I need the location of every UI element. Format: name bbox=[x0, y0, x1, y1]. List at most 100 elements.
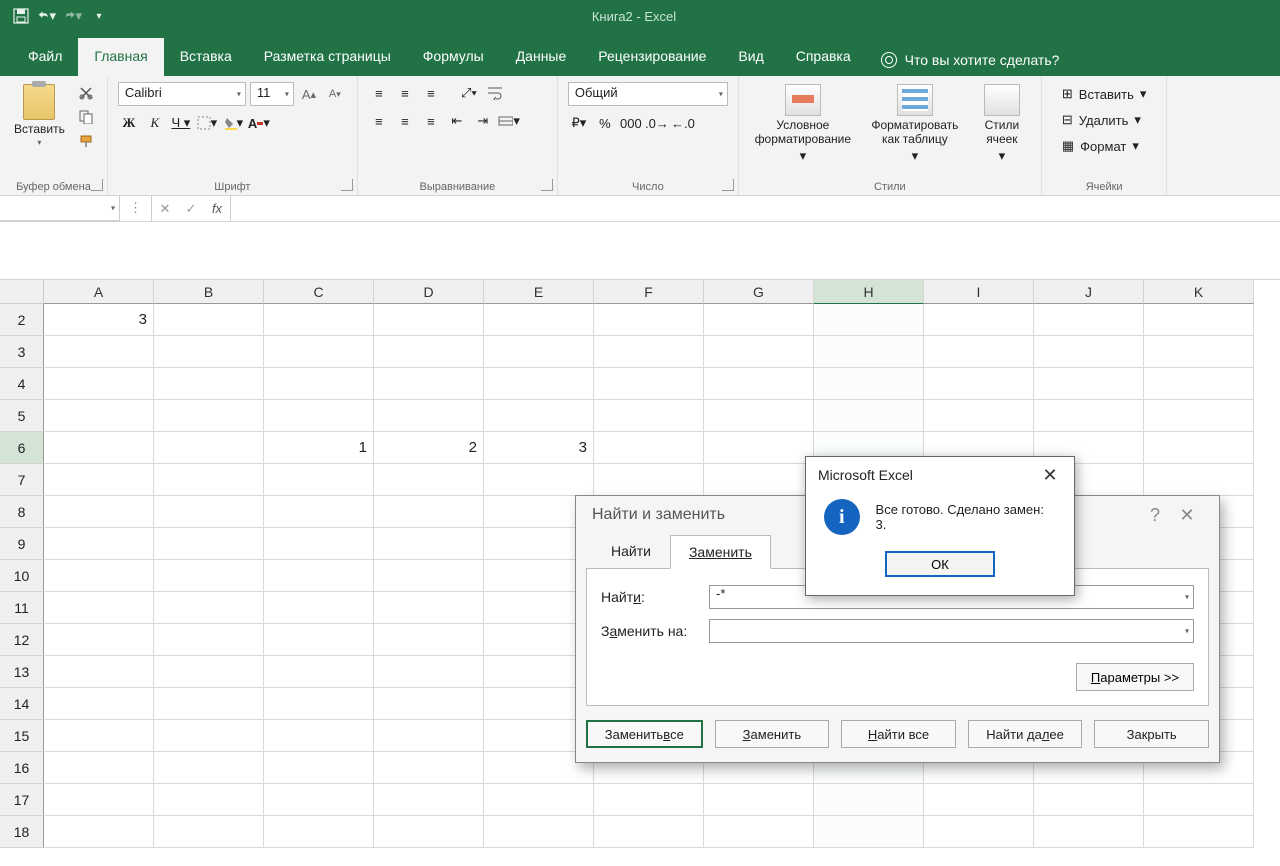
cell-D4[interactable] bbox=[374, 368, 484, 400]
cell-D6[interactable]: 2 bbox=[374, 432, 484, 464]
cell-F17[interactable] bbox=[594, 784, 704, 816]
cell-H17[interactable] bbox=[814, 784, 924, 816]
align-bottom-icon[interactable]: ≡ bbox=[420, 82, 442, 104]
replace-button[interactable]: Заменить bbox=[715, 720, 830, 748]
column-header-F[interactable]: F bbox=[594, 280, 704, 304]
ok-button[interactable]: ОК bbox=[885, 551, 995, 577]
cell-H4[interactable] bbox=[814, 368, 924, 400]
menu-tab-файл[interactable]: Файл bbox=[12, 38, 78, 76]
cell-D5[interactable] bbox=[374, 400, 484, 432]
cell-A8[interactable] bbox=[44, 496, 154, 528]
paste-button[interactable]: Вставить ▾ bbox=[10, 82, 69, 149]
column-header-C[interactable]: C bbox=[264, 280, 374, 304]
menu-tab-рецензирование[interactable]: Рецензирование bbox=[582, 38, 722, 76]
cell-A17[interactable] bbox=[44, 784, 154, 816]
column-header-J[interactable]: J bbox=[1034, 280, 1144, 304]
cell-G6[interactable] bbox=[704, 432, 814, 464]
format-cells-button[interactable]: ▦ Формат ▾ bbox=[1052, 134, 1157, 158]
menu-tab-данные[interactable]: Данные bbox=[500, 38, 583, 76]
menu-tab-разметка страницы[interactable]: Разметка страницы bbox=[248, 38, 407, 76]
cell-E3[interactable] bbox=[484, 336, 594, 368]
fill-color-button[interactable]: ▾ bbox=[222, 112, 244, 134]
cell-D10[interactable] bbox=[374, 560, 484, 592]
row-header-18[interactable]: 18 bbox=[0, 816, 44, 848]
column-header-H[interactable]: H bbox=[814, 280, 924, 304]
bold-button[interactable]: Ж bbox=[118, 112, 140, 134]
cell-B2[interactable] bbox=[154, 304, 264, 336]
number-dialog-launcher[interactable] bbox=[722, 179, 734, 191]
cell-A2[interactable]: 3 bbox=[44, 304, 154, 336]
cell-B7[interactable] bbox=[154, 464, 264, 496]
copy-button[interactable] bbox=[75, 106, 97, 128]
cell-A13[interactable] bbox=[44, 656, 154, 688]
decrease-indent-icon[interactable]: ⇤ bbox=[446, 110, 468, 132]
cell-G7[interactable] bbox=[704, 464, 814, 496]
cell-G18[interactable] bbox=[704, 816, 814, 848]
options-button[interactable]: Параметры >> bbox=[1076, 663, 1194, 691]
cell-D17[interactable] bbox=[374, 784, 484, 816]
cell-J5[interactable] bbox=[1034, 400, 1144, 432]
cell-C5[interactable] bbox=[264, 400, 374, 432]
cell-I4[interactable] bbox=[924, 368, 1034, 400]
cell-H2[interactable] bbox=[814, 304, 924, 336]
row-header-13[interactable]: 13 bbox=[0, 656, 44, 688]
percent-icon[interactable]: % bbox=[594, 112, 616, 134]
cell-A16[interactable] bbox=[44, 752, 154, 784]
cell-J17[interactable] bbox=[1034, 784, 1144, 816]
column-header-A[interactable]: A bbox=[44, 280, 154, 304]
cell-A7[interactable] bbox=[44, 464, 154, 496]
tell-me-search[interactable]: Что вы хотите сделать? bbox=[867, 44, 1074, 76]
column-header-I[interactable]: I bbox=[924, 280, 1034, 304]
cell-B16[interactable] bbox=[154, 752, 264, 784]
orientation-icon[interactable]: ⤢▾ bbox=[458, 82, 480, 104]
cell-E17[interactable] bbox=[484, 784, 594, 816]
cell-K17[interactable] bbox=[1144, 784, 1254, 816]
row-header-11[interactable]: 11 bbox=[0, 592, 44, 624]
cell-E18[interactable] bbox=[484, 816, 594, 848]
align-middle-icon[interactable]: ≡ bbox=[394, 82, 416, 104]
row-header-6[interactable]: 6 bbox=[0, 432, 44, 464]
cell-E6[interactable]: 3 bbox=[484, 432, 594, 464]
cell-A3[interactable] bbox=[44, 336, 154, 368]
cell-A9[interactable] bbox=[44, 528, 154, 560]
cell-E7[interactable] bbox=[484, 464, 594, 496]
cell-I5[interactable] bbox=[924, 400, 1034, 432]
save-icon[interactable] bbox=[12, 7, 30, 25]
cell-B11[interactable] bbox=[154, 592, 264, 624]
cell-D11[interactable] bbox=[374, 592, 484, 624]
format-as-table-button[interactable]: Форматировать как таблицу▾ bbox=[863, 82, 967, 166]
cell-K5[interactable] bbox=[1144, 400, 1254, 432]
replace-input[interactable]: ▾ bbox=[709, 619, 1194, 643]
dialog-close-icon[interactable]: ✕ bbox=[1171, 505, 1203, 526]
cell-C18[interactable] bbox=[264, 816, 374, 848]
find-next-button[interactable]: Найти далее bbox=[968, 720, 1083, 748]
font-name-select[interactable]: Calibri▾ bbox=[118, 82, 246, 106]
cell-D15[interactable] bbox=[374, 720, 484, 752]
cell-E2[interactable] bbox=[484, 304, 594, 336]
cell-A12[interactable] bbox=[44, 624, 154, 656]
cell-D8[interactable] bbox=[374, 496, 484, 528]
cell-C7[interactable] bbox=[264, 464, 374, 496]
align-right-icon[interactable]: ≡ bbox=[420, 110, 442, 132]
cell-H3[interactable] bbox=[814, 336, 924, 368]
borders-button[interactable]: ▾ bbox=[196, 112, 218, 134]
cell-A11[interactable] bbox=[44, 592, 154, 624]
number-format-select[interactable]: Общий▾ bbox=[568, 82, 728, 106]
undo-icon[interactable]: ▾ bbox=[38, 7, 56, 25]
row-header-9[interactable]: 9 bbox=[0, 528, 44, 560]
redo-icon[interactable]: ▾ bbox=[64, 7, 82, 25]
cut-button[interactable] bbox=[75, 82, 97, 104]
cell-C14[interactable] bbox=[264, 688, 374, 720]
menu-tab-вставка[interactable]: Вставка bbox=[164, 38, 248, 76]
cell-I2[interactable] bbox=[924, 304, 1034, 336]
insert-cells-button[interactable]: ⊞ Вставить ▾ bbox=[1052, 82, 1157, 106]
cell-K3[interactable] bbox=[1144, 336, 1254, 368]
cell-J3[interactable] bbox=[1034, 336, 1144, 368]
cell-D18[interactable] bbox=[374, 816, 484, 848]
wrap-text-button[interactable] bbox=[484, 82, 506, 104]
cell-C13[interactable] bbox=[264, 656, 374, 688]
row-header-12[interactable]: 12 bbox=[0, 624, 44, 656]
comma-icon[interactable]: 000 bbox=[620, 112, 642, 134]
cell-C10[interactable] bbox=[264, 560, 374, 592]
format-painter-button[interactable] bbox=[75, 130, 97, 152]
